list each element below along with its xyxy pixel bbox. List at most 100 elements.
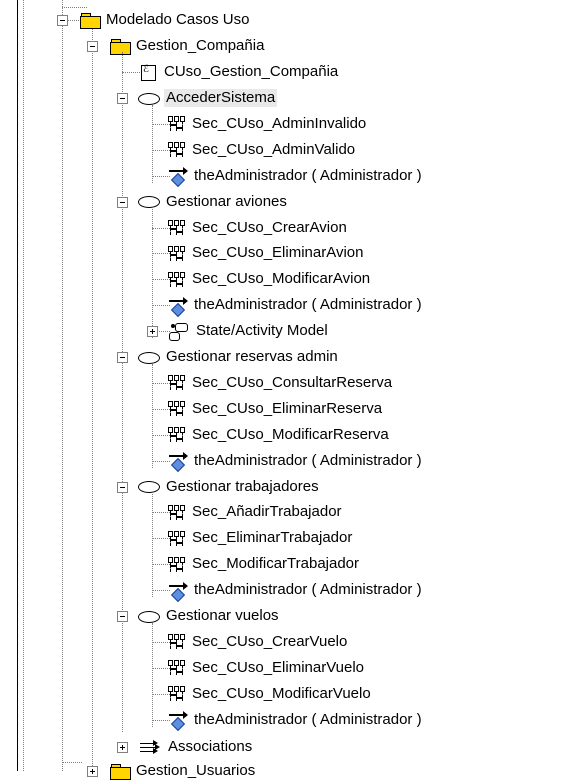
folder-icon [110,38,131,55]
tree-node-label: Modelado Casos Uso [106,11,250,28]
tree-node-label: Sec_CUso_AdminValido [192,140,356,158]
tree-guide-use-case-children [152,105,153,183]
sequence-diagram-icon [168,271,186,287]
use-case-ellipse-icon [138,351,160,364]
tree-node-label: Sec_CUso_CrearAvion [192,218,347,236]
sequence-diagram-icon [168,142,186,158]
tree-node-label: Gestionar aviones [166,192,287,210]
tree-node-use-case[interactable]: AccederSistema [138,85,278,111]
folder-icon [80,12,101,29]
tree-node-child[interactable]: Sec_CUso_ConsultarReserva [168,370,392,396]
tree-guide-root [23,0,24,771]
tree-node-child[interactable]: Sec_CUso_ModificarVuelo [168,681,371,707]
associations-icon [140,739,162,755]
tree-node-child[interactable]: Sec_CUso_AdminValido [168,137,355,163]
sequence-diagram-icon [168,686,186,702]
sequence-diagram-icon [168,530,186,546]
pane-left-border [17,0,18,771]
tree-node-use-case[interactable]: Gestionar vuelos [138,603,279,629]
tree-node-label: Sec_EliminarTrabajador [192,529,353,547]
tree-guide-use-case-children [152,364,153,468]
sequence-diagram-icon [168,634,186,650]
tree-node-label: Sec_CUso_ModificarAvion [192,270,371,288]
tree-node-child[interactable]: Sec_CUso_AdminInvalido [168,111,366,137]
tree-node-label: Sec_CUso_ModificarReserva [192,425,389,443]
use-case-expander[interactable] [117,93,128,104]
actor-association-icon [168,167,188,188]
tree-node-child[interactable]: Sec_CUso_EliminarAvion [168,240,363,266]
use-case-expander[interactable] [117,481,128,493]
tree-node-label: Sec_ModificarTrabajador [192,555,360,573]
tree-node-label: Sec_CUso_EliminarAvion [192,244,364,262]
tree-node-child[interactable]: theAdministrador ( Administrador ) [168,707,422,733]
tree-node-child[interactable]: Sec_CUso_CrearVuelo [168,629,347,655]
tree-node-label: theAdministrador ( Administrador ) [194,710,422,728]
tree-guide-use-case-children [152,623,153,727]
sequence-diagram-icon [168,375,186,391]
tree-node-label: theAdministrador ( Administrador ) [194,451,422,469]
sequence-diagram-icon [168,116,186,132]
tree-node-associations[interactable]: Associations [140,734,252,760]
use-case-ellipse-icon [138,196,160,209]
use-case-expander[interactable] [117,196,128,208]
tree-node-label: Sec_CUso_AdminInvalido [192,114,367,132]
sequence-diagram-icon [168,660,186,676]
tree-node-child[interactable]: Sec_CUso_ModificarReserva [168,422,389,448]
sequence-diagram-icon [168,245,186,261]
use-case-expander[interactable] [117,352,128,363]
use-case-ellipse-icon [138,481,160,493]
tree-node-label: Gestionar trabajadores [166,477,319,495]
tree-guide-compania-children [122,52,123,732]
actor-association-icon [168,296,188,317]
associations-expander[interactable] [117,742,128,753]
use-case-ellipse-icon [138,92,160,105]
tree-node-child[interactable]: theAdministrador ( Administrador ) [168,448,422,474]
actor-association-icon [168,581,188,602]
tree-node-child[interactable]: Sec_ModificarTrabajador [168,551,359,577]
tree-node-use-case[interactable]: Gestionar aviones [138,189,287,215]
tree-node-label: Associations [168,738,253,755]
tree-node-child[interactable]: Sec_AñadirTrabajador [168,499,342,525]
root-expander[interactable] [57,15,68,26]
folder-icon [110,763,131,780]
tree-node-child[interactable]: Sec_CUso_CrearAvion [168,215,347,241]
tree-node-cuso-doc[interactable]: ℰ CUso_Gestion_Compañia [140,59,338,85]
tree-node-label: Sec_AñadirTrabajador [192,503,342,521]
tree-node-label: AccederSistema [164,89,278,107]
tree-guide-use-case-children [152,493,153,598]
actor-association-icon [168,711,188,732]
tree-node-child[interactable]: Sec_CUso_EliminarVuelo [168,655,364,681]
use-case-documentation-icon: ℰ [140,64,158,81]
next-folder-expander[interactable] [87,766,98,777]
tree-node-child[interactable]: State/Activity Model [168,318,328,344]
state-activity-model-icon [168,322,190,341]
gestion-compania-expander[interactable] [87,41,98,52]
use-case-ellipse-icon [138,610,160,623]
tree-node-label: Sec_CUso_CrearVuelo [192,632,348,650]
tree-node-label: Gestion_Compañia [136,37,265,54]
actor-association-icon [168,452,188,473]
tree-node-child[interactable]: Sec_CUso_ModificarAvion [168,266,370,292]
tree-node-child[interactable]: theAdministrador ( Administrador ) [168,163,422,189]
sequence-diagram-icon [168,556,186,572]
tree-guide-root-children [92,26,93,766]
tree-node-label: Sec_CUso_ModificarVuelo [192,684,371,702]
state-model-expander[interactable] [147,326,158,338]
tree-node-use-case[interactable]: Gestionar reservas admin [138,344,338,370]
tree-node-use-case[interactable]: Gestionar trabajadores [138,474,319,500]
tree-node-root[interactable]: Modelado Casos Uso [80,7,249,33]
sequence-diagram-icon [168,220,186,235]
tree-node-label: Sec_CUso_ConsultarReserva [192,373,393,391]
tree-node-child[interactable]: theAdministrador ( Administrador ) [168,577,422,603]
tree-node-next-folder[interactable]: Gestion_Usuarios [110,758,255,784]
use-case-expander[interactable] [117,611,128,622]
tree-node-child[interactable]: Sec_CUso_EliminarReserva [168,396,382,422]
tree-node-label: Gestionar reservas admin [166,348,338,365]
tree-node-label: CUso_Gestion_Compañia [164,63,339,80]
tree-node-child[interactable]: theAdministrador ( Administrador ) [168,292,422,318]
tree-node-child[interactable]: Sec_EliminarTrabajador [168,525,352,551]
tree-node-gestion-compania[interactable]: Gestion_Compañia [110,33,264,59]
sequence-diagram-icon [168,427,186,443]
sequence-diagram-icon [168,504,186,520]
tree-node-label: theAdministrador ( Administrador ) [194,166,422,184]
